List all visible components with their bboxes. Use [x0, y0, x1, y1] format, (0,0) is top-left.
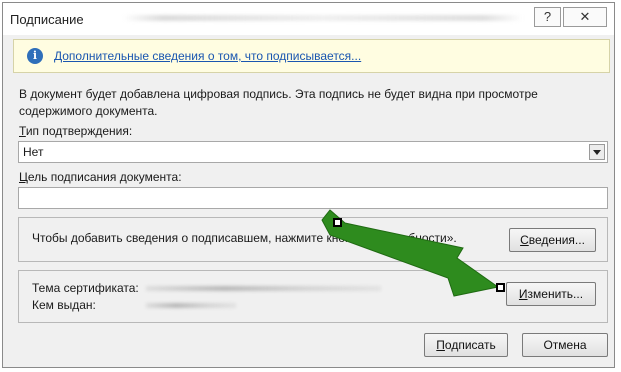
green-arrow-icon: [321, 209, 500, 297]
annotation-arrow-overlay: [321, 209, 505, 297]
annotation-arrow: [321, 209, 505, 297]
arrow-start-marker: [333, 218, 342, 227]
arrow-end-marker: [496, 283, 505, 292]
